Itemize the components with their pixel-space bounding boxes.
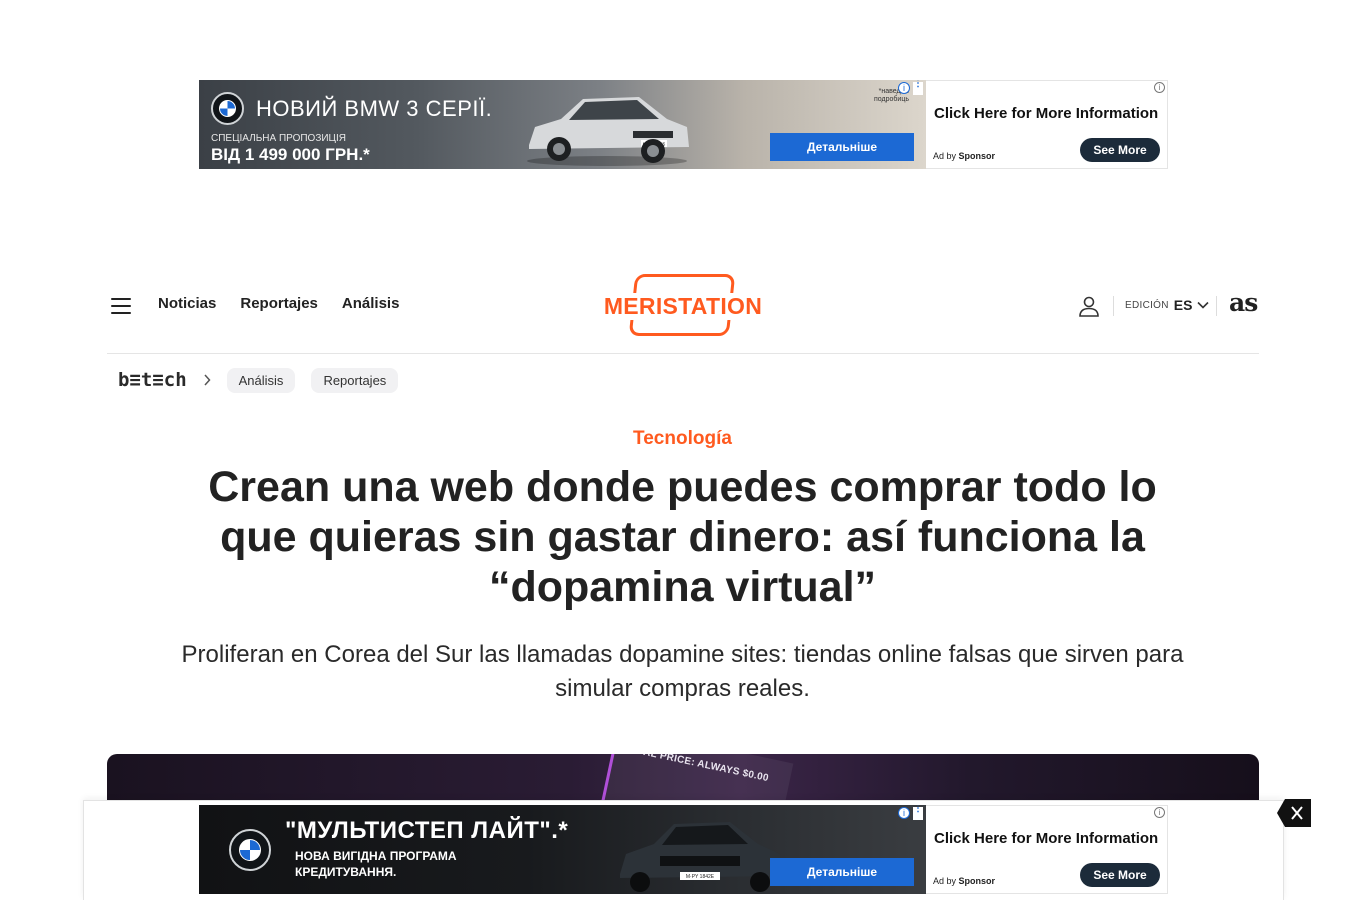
ad-subtitle: СПЕЦІАЛЬНА ПРОПОЗИЦІЯ: [211, 133, 346, 144]
article-headline: Crean una web donde puedes comprar todo …: [208, 463, 1157, 611]
ad-choices-icon[interactable]: i: [1154, 807, 1165, 818]
see-more-button[interactable]: See More: [1080, 138, 1160, 162]
ad-side-title[interactable]: Click Here for More Information: [934, 830, 1158, 847]
as-logo[interactable]: as: [1229, 288, 1258, 317]
nav-item-reportajes[interactable]: Reportajes: [240, 295, 318, 312]
ad-details-button[interactable]: Детальніше: [770, 133, 914, 161]
tag-pill-reportajes[interactable]: Reportajes: [311, 367, 399, 393]
edition-value: ES: [1173, 297, 1193, 313]
ad-line-2: КРЕДИТУВАННЯ.: [295, 865, 397, 879]
ad-side-title[interactable]: Click Here for More Information: [934, 105, 1158, 122]
edition-label: EDICIÓN: [1125, 299, 1169, 311]
top-banner-ad[interactable]: НОВИЙ BMW 3 СЕРІЇ. СПЕЦІАЛЬНА ПРОПОЗИЦІЯ…: [199, 80, 1168, 169]
license-plate: M·PY 1842E: [686, 874, 715, 880]
edition-selector[interactable]: EDICIÓN ES: [1125, 297, 1210, 313]
article-section[interactable]: Tecnología: [0, 428, 1365, 450]
nav-item-noticias[interactable]: Noticias: [158, 295, 216, 312]
ad-creative[interactable]: "МУЛЬТИСТЕП ЛАЙТ".* НОВА ВИГІДНА ПРОГРАМ…: [199, 805, 926, 894]
car-image: M·PY 1842E: [620, 822, 782, 892]
meristation-logo[interactable]: MERISTATION: [602, 274, 764, 338]
main-nav: Noticias Reportajes Análisis: [158, 295, 399, 312]
ad-side-panel[interactable]: i Click Here for More Information Ad by …: [926, 805, 1168, 894]
ad-options-icon[interactable]: ⋮: [913, 80, 923, 95]
ad-side-panel[interactable]: i Click Here for More Information Ad by …: [926, 80, 1168, 169]
ad-details-button[interactable]: Детальніше: [770, 858, 914, 886]
ad-info-icon[interactable]: i: [898, 807, 910, 819]
site-header: Noticias Reportajes Análisis MERISTATION…: [107, 270, 1259, 354]
ad-headline: "МУЛЬТИСТЕП ЛАЙТ".*: [285, 817, 569, 844]
car-image: M·BE 4385: [527, 97, 689, 166]
ad-creative[interactable]: НОВИЙ BMW 3 СЕРІЇ. СПЕЦІАЛЬНА ПРОПОЗИЦІЯ…: [199, 80, 926, 169]
logo-text: MERISTATION: [602, 293, 764, 320]
ad-attribution: Ad by Sponsor: [933, 876, 996, 886]
nav-item-analisis[interactable]: Análisis: [342, 295, 400, 312]
article-subheadline: Proliferan en Corea del Sur las llamadas…: [181, 641, 1184, 702]
header-divider: [1113, 296, 1114, 316]
chevron-right-icon: [204, 374, 211, 386]
tag-pill-analisis[interactable]: Análisis: [226, 367, 296, 393]
hamburger-menu-icon[interactable]: [111, 298, 131, 314]
betech-logo[interactable]: b≡t≡ch: [118, 369, 187, 391]
breadcrumb: b≡t≡ch Análisis Reportajes: [118, 367, 414, 393]
see-more-button[interactable]: See More: [1080, 863, 1160, 887]
close-icon[interactable]: [1277, 799, 1311, 827]
ad-options-icon[interactable]: ⋮: [913, 805, 923, 820]
ad-price: ВІД 1 499 000 ГРН.*: [211, 145, 370, 164]
ad-attribution: Ad by Sponsor: [933, 151, 996, 161]
ad-headline: НОВИЙ BMW 3 СЕРІЇ.: [256, 96, 493, 121]
ad-line-1: НОВА ВИГІДНА ПРОГРАМА: [295, 849, 457, 863]
bmw-logo-icon: [229, 829, 271, 871]
bottom-sticky-ad[interactable]: "МУЛЬТИСТЕП ЛАЙТ".* НОВА ВИГІДНА ПРОГРАМ…: [199, 805, 1168, 894]
bmw-logo-icon: [211, 92, 244, 125]
ad-choices-icon[interactable]: i: [1154, 82, 1165, 93]
chevron-down-icon: [1197, 301, 1210, 309]
user-icon[interactable]: [1077, 294, 1101, 318]
header-divider: [1216, 296, 1217, 316]
ad-info-icon[interactable]: i: [898, 82, 910, 94]
